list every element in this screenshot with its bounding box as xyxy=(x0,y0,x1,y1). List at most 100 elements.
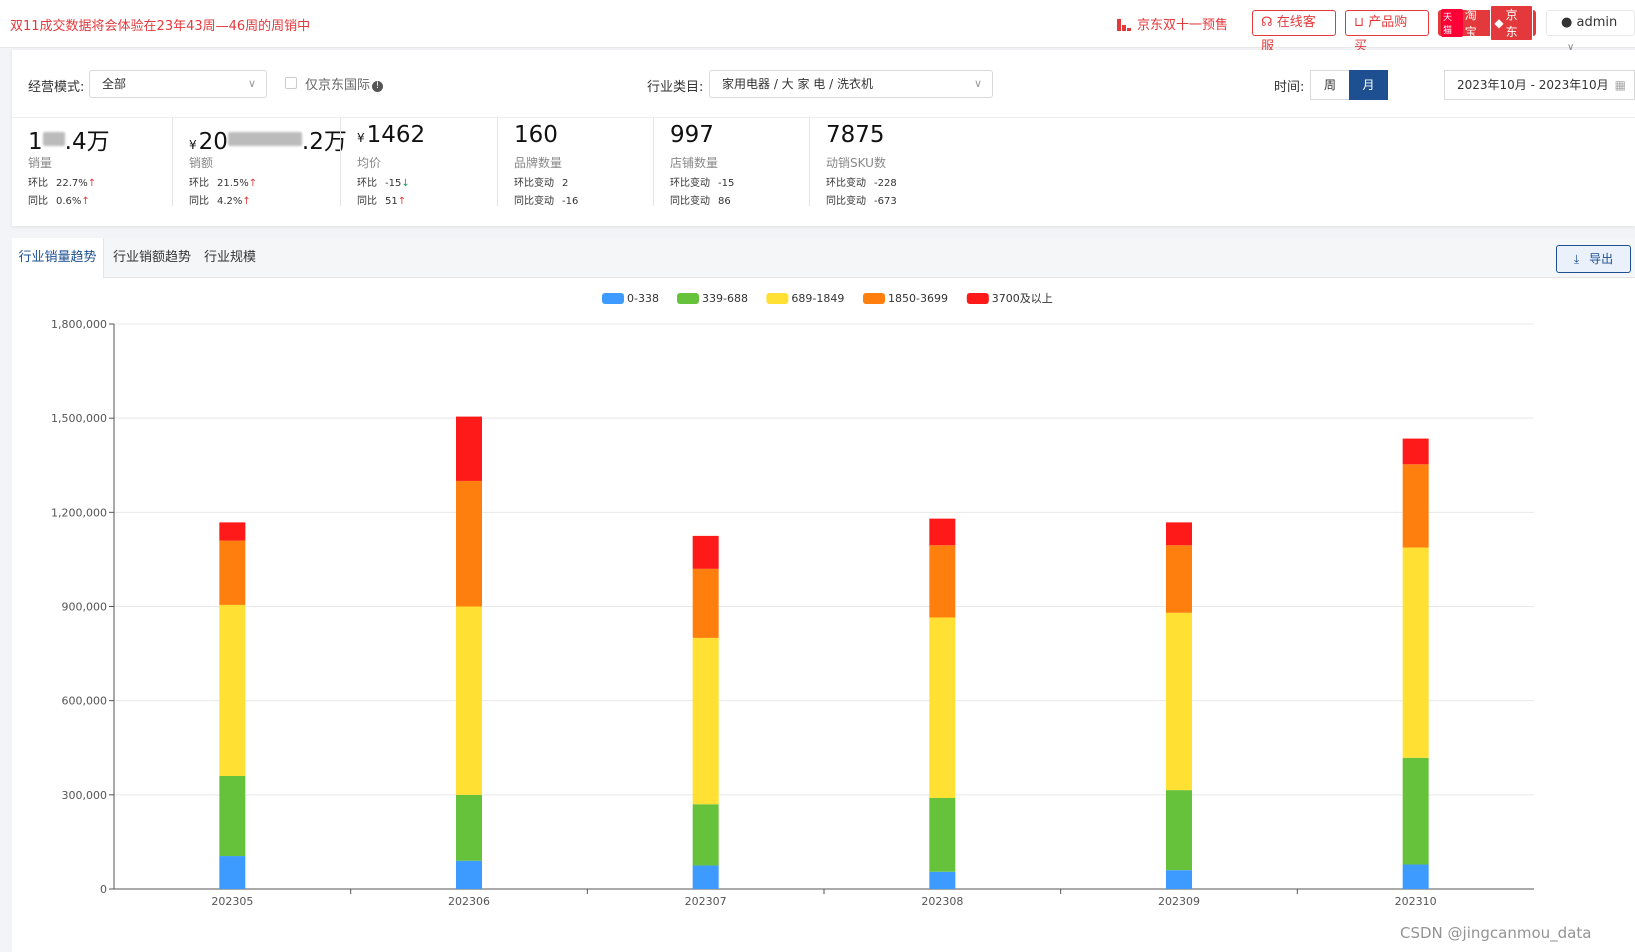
legend-label: 3700及以上 xyxy=(992,292,1053,305)
category-value: 家用电器 / 大 家 电 / 洗衣机 xyxy=(722,77,873,91)
bar-chart-icon xyxy=(1117,17,1131,31)
shop-links-button[interactable]: 天猫 淘宝 ◆ 京东 xyxy=(1438,5,1536,41)
y-tick-label: 600,000 xyxy=(62,695,108,708)
bar-segment xyxy=(1402,757,1429,865)
filter-panel: 经营模式: 全部 ∨ 仅京东国际! 行业类目: 家用电器 / 大 家 电 / 洗… xyxy=(12,50,1635,226)
admin-label: admin xyxy=(1576,15,1618,30)
tab-bar: 行业销量趋势 行业销额趋势 行业规模 ⤓ 导出 xyxy=(12,238,1635,278)
bar-segment xyxy=(692,637,719,805)
user-icon: ● xyxy=(1561,15,1573,30)
month-toggle[interactable]: 月 xyxy=(1349,70,1388,100)
bar-segment xyxy=(219,776,246,857)
bar-segment xyxy=(1402,464,1429,548)
jd-presale-link[interactable]: 京东双十一预售 xyxy=(1117,14,1228,33)
legend-swatch xyxy=(602,293,624,304)
jd-label: 京东 xyxy=(1505,8,1518,39)
bar-segment xyxy=(929,545,956,618)
metric-name: 均价 xyxy=(357,156,382,170)
metric-card: ¥1462 均价 环比 -15↓ 同比 51↑ xyxy=(340,118,497,207)
user-menu[interactable]: ● admin ∨ xyxy=(1546,10,1635,53)
jd-intl-checkbox[interactable] xyxy=(285,77,297,89)
y-tick-label: 1,500,000 xyxy=(51,412,107,425)
x-tick-label: 202305 xyxy=(211,895,253,908)
online-service-button[interactable]: ☊ 在线客服 xyxy=(1252,10,1336,54)
category-label: 行业类目: xyxy=(647,80,704,95)
bar-segment xyxy=(1402,864,1429,889)
export-button[interactable]: ⤓ 导出 xyxy=(1556,245,1631,273)
y-tick-label: 1,200,000 xyxy=(51,506,107,519)
metric-yoy: 同比变动 -673 xyxy=(826,196,897,207)
jd-intl-label: 仅京东国际! xyxy=(305,74,384,93)
legend-swatch xyxy=(677,293,699,304)
time-label: 时间: xyxy=(1274,80,1305,95)
x-tick-label: 202308 xyxy=(921,895,963,908)
metric-card: 160 品牌数量 环比变动 2 同比变动 -16 xyxy=(497,118,653,207)
metric-name: 动销SKU数 xyxy=(826,156,886,170)
arrow-up-icon: ↑ xyxy=(81,196,90,207)
export-label: 导出 xyxy=(1589,252,1614,266)
bar-segment xyxy=(219,604,246,776)
legend-label: 0-338 xyxy=(627,292,659,305)
legend-label: 689-1849 xyxy=(791,292,844,305)
cart-icon: ⊔ xyxy=(1354,15,1365,30)
taobao-label: 淘宝 xyxy=(1464,8,1477,39)
bar-segment xyxy=(1166,522,1192,546)
metric-value: 1.4万 xyxy=(28,129,110,155)
bar-segment xyxy=(1166,612,1192,791)
info-icon[interactable]: ! xyxy=(372,81,384,92)
bar-segment xyxy=(929,871,956,889)
metric-yoy: 同比变动 86 xyxy=(670,196,731,207)
y-tick-label: 0 xyxy=(100,883,107,896)
top-bar: 双11成交数据将会体验在23年43周—46周的周销中 京东双十一预售 ☊ 在线客… xyxy=(0,0,1635,54)
legend-label: 339-688 xyxy=(702,292,748,305)
metric-value: 997 xyxy=(670,122,714,148)
metric-name: 品牌数量 xyxy=(514,156,563,170)
download-icon: ⤓ xyxy=(1573,252,1580,266)
headset-icon: ☊ xyxy=(1261,15,1273,30)
metric-card: 997 店铺数量 环比变动 -15 同比变动 86 xyxy=(653,118,809,207)
x-tick-label: 202306 xyxy=(448,895,490,908)
dog-icon: ◆ xyxy=(1494,16,1504,30)
metric-card: 7875 动销SKU数 环比变动 -228 同比变动 -673 xyxy=(809,118,969,207)
tab-sales-volume-trend[interactable]: 行业销量趋势 xyxy=(12,238,104,278)
tab-industry-scale[interactable]: 行业规模 xyxy=(200,238,260,278)
redacted-block xyxy=(42,132,65,146)
date-range-value: 2023年10月 - 2023年10月 xyxy=(1457,78,1609,92)
tab-sales-amount-trend[interactable]: 行业销额趋势 xyxy=(106,238,198,278)
bar-segment xyxy=(456,794,482,861)
metric-yoy: 同比 51↑ xyxy=(357,196,407,207)
y-tick-label: 900,000 xyxy=(62,601,108,614)
bar-segment xyxy=(219,856,246,889)
metric-name: 销额 xyxy=(189,156,214,170)
chart-panel: 行业销量趋势 行业销额趋势 行业规模 ⤓ 导出 0 300,000 600,000 9… xyxy=(12,238,1635,952)
metric-mom: 环比变动 -228 xyxy=(826,178,897,189)
bar-segment xyxy=(929,617,956,798)
metric-yoy: 同比变动 -16 xyxy=(514,196,579,207)
bar-segment xyxy=(456,860,482,889)
metric-value: ¥1462 xyxy=(357,122,426,148)
chevron-down-icon: ∨ xyxy=(247,77,256,90)
bar-segment xyxy=(1166,870,1192,889)
notice-text: 双11成交数据将会体验在23年43周—46周的周销中 xyxy=(10,19,311,34)
legend-swatch xyxy=(766,293,789,304)
week-toggle[interactable]: 周 xyxy=(1310,70,1350,100)
metric-name: 销量 xyxy=(28,156,53,170)
bar-segment xyxy=(219,540,246,605)
bar-segment xyxy=(692,535,719,569)
product-purchase-button[interactable]: ⊔ 产品购买 xyxy=(1345,10,1429,54)
metric-value: 7875 xyxy=(826,122,885,148)
bar-segment xyxy=(1166,545,1192,613)
x-tick-label: 202310 xyxy=(1395,895,1437,908)
date-range-picker[interactable]: 2023年10月 - 2023年10月 ▦ xyxy=(1444,70,1635,100)
bar-segment xyxy=(1166,790,1192,871)
metric-mom: 环比变动 2 xyxy=(514,178,569,189)
x-tick-label: 202309 xyxy=(1158,895,1200,908)
mode-select[interactable]: 全部 ∨ xyxy=(89,70,267,98)
legend-swatch xyxy=(863,293,885,304)
arrow-up-icon: ↑ xyxy=(397,196,407,207)
bar-segment xyxy=(1402,547,1429,758)
legend-label: 1850-3699 xyxy=(888,292,948,305)
jd-badge: ◆ 京东 xyxy=(1490,5,1534,41)
metric-yoy: 同比 4.2%↑ xyxy=(189,196,251,207)
category-select[interactable]: 家用电器 / 大 家 电 / 洗衣机 ∨ xyxy=(709,70,993,98)
